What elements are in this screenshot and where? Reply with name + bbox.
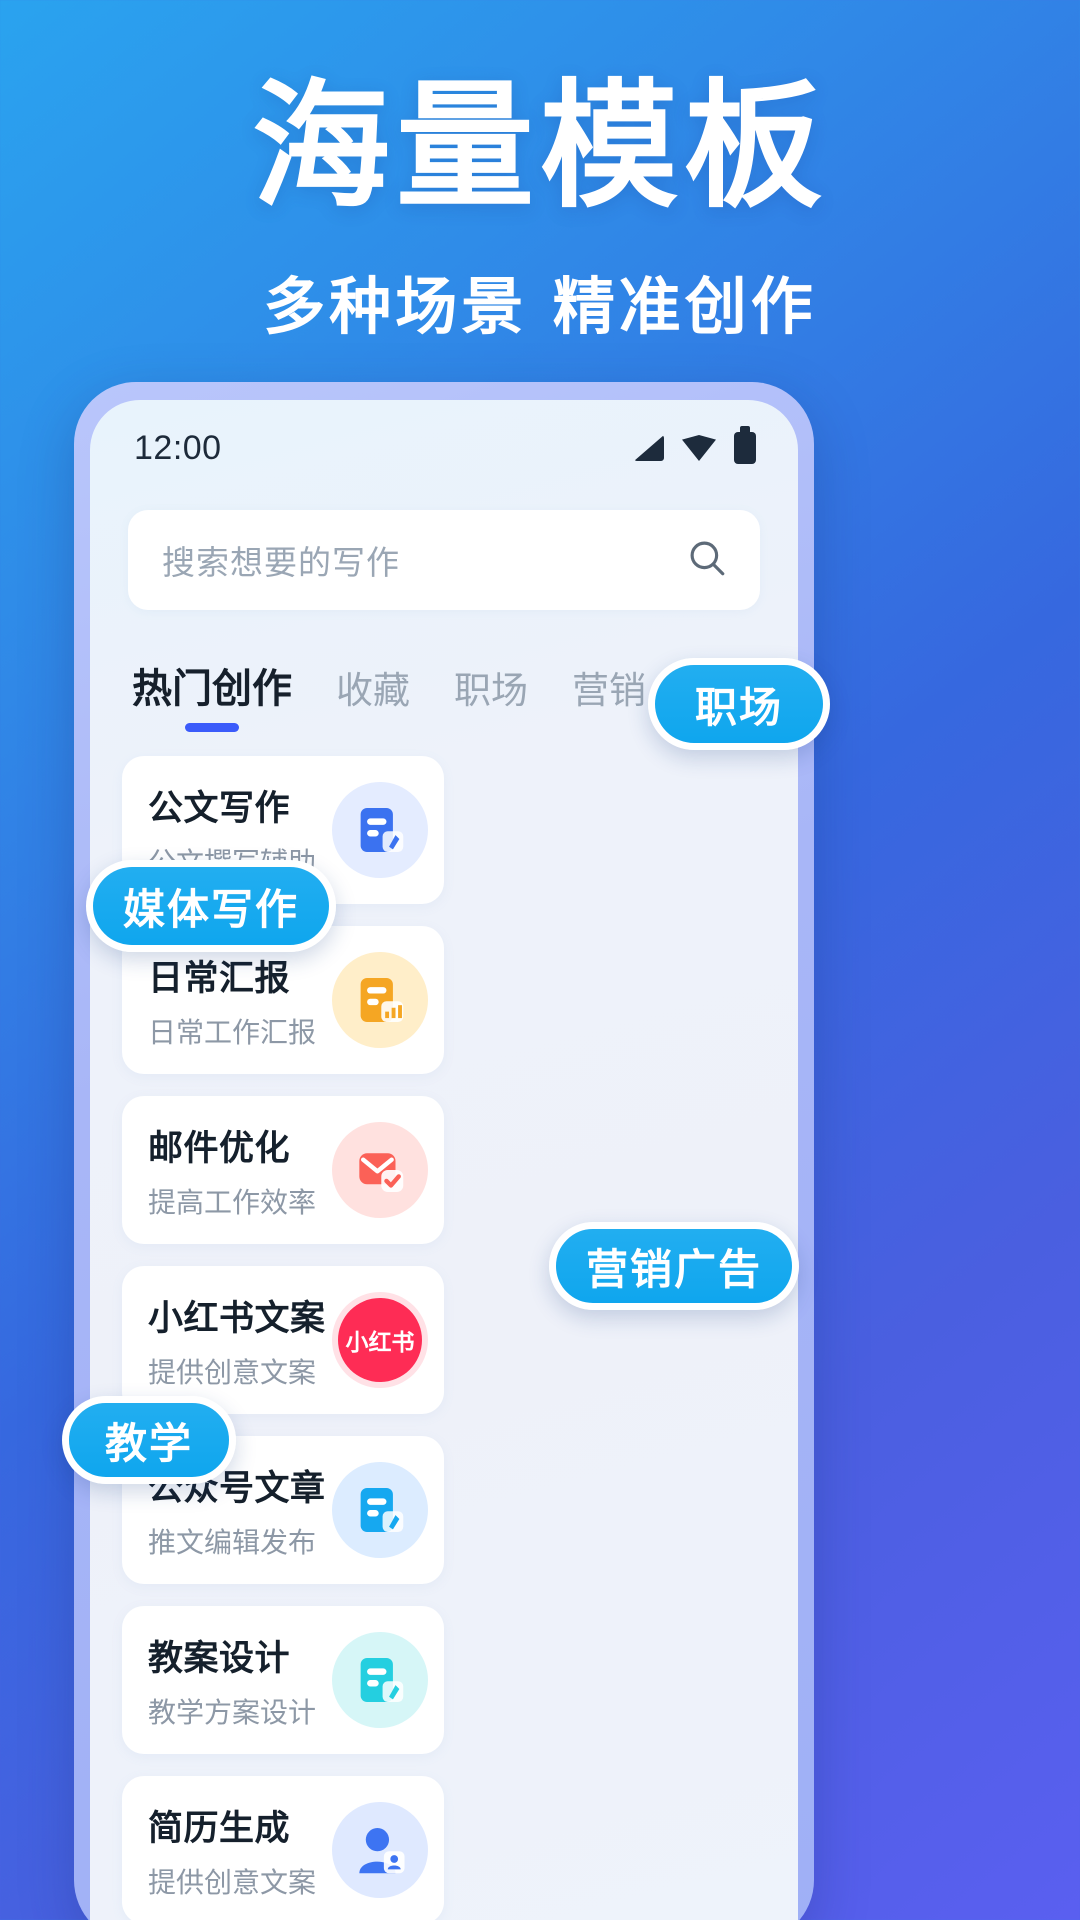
card-title: 小红书文案 [148,1298,326,1338]
promo-header: 海量模板 多种场景 精准创作 [0,0,1080,380]
card-texts: 教案设计教学方案设计 [148,1630,316,1731]
search-icon[interactable] [686,537,728,584]
battery-icon [734,426,756,464]
status-time: 12:00 [134,428,222,467]
tab-0[interactable]: 热门创作 [132,656,292,732]
search-input[interactable]: 搜索想要的写作 [128,510,760,610]
card-subtitle: 提供创意文案 [148,1356,317,1388]
card-texts: 日常汇报日常工作汇报 [148,950,316,1051]
resume-person-icon [332,1802,428,1898]
card-subtitle: 提供创意文案 [148,1866,317,1898]
card-texts: 邮件优化提高工作效率 [148,1120,316,1221]
card-subtitle: 提高工作效率 [148,1186,317,1218]
card-title: 日常汇报 [148,958,291,998]
search-placeholder: 搜索想要的写作 [162,544,400,581]
status-bar: 12:00 [90,400,798,496]
tab-1[interactable]: 收藏 [336,660,410,732]
template-card[interactable]: 小红书文案提供创意文案 小红书 [122,1266,444,1414]
card-texts: 简历生成提供创意文案 [148,1800,316,1901]
card-texts: 小红书文案提供创意文案 [148,1290,326,1391]
signal-icon [634,435,664,461]
promo-title: 海量模板 [251,66,828,227]
badge-zhichang[interactable]: 职场 [648,658,830,750]
article-pen-icon [332,1462,428,1558]
lesson-pen-icon [332,1632,428,1728]
phone-mockup: 12:00 搜索想要的写作 热门创作收藏职场营销小说 公文写作公文撰写辅助日常汇… [74,382,814,1920]
tab-3[interactable]: 营销 [572,660,646,732]
template-card[interactable]: 简历生成提供创意文案 [122,1776,444,1920]
card-title: 教案设计 [148,1638,291,1678]
card-subtitle: 日常工作汇报 [148,1016,317,1048]
card-title: 公文写作 [148,788,291,828]
mail-check-icon [332,1122,428,1218]
badge-meiti-xiezuo[interactable]: 媒体写作 [86,860,336,952]
search-section: 搜索想要的写作 [90,496,798,610]
template-card[interactable]: 邮件优化提高工作效率 [122,1096,444,1244]
wifi-icon [682,435,716,461]
badge-yingxiao-guanggao[interactable]: 营销广告 [549,1222,799,1310]
status-icons [634,426,756,464]
xiaohongshu-icon: 小红书 [332,1292,428,1388]
card-subtitle: 推文编辑发布 [148,1526,317,1558]
card-title: 邮件优化 [148,1128,291,1168]
tab-2[interactable]: 职场 [454,660,528,732]
template-card[interactable]: 教案设计教学方案设计 [122,1606,444,1754]
card-subtitle: 教学方案设计 [148,1696,317,1728]
report-chart-icon [332,952,428,1048]
promo-subtitle: 多种场景 精准创作 [263,270,817,343]
phone-screen: 12:00 搜索想要的写作 热门创作收藏职场营销小说 公文写作公文撰写辅助日常汇… [90,400,798,1920]
badge-jiaoxue[interactable]: 教学 [62,1396,236,1484]
card-title: 简历生成 [148,1808,291,1848]
document-pen-icon [332,782,428,878]
